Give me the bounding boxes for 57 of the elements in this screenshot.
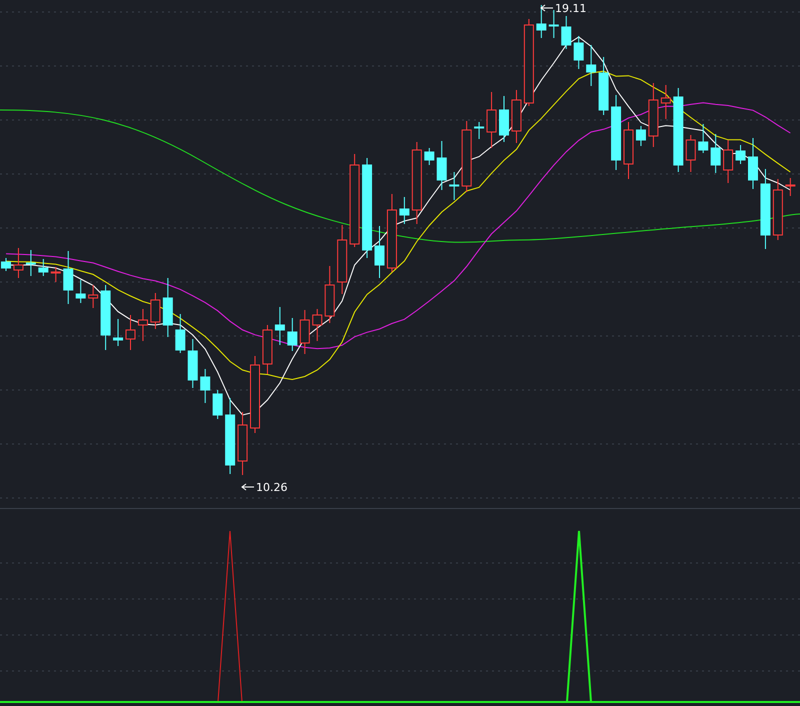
candlestick [499, 96, 509, 142]
candlestick [100, 284, 111, 350]
candlestick [574, 36, 584, 70]
candlestick [175, 314, 186, 354]
candlestick [399, 196, 410, 224]
candlestick [698, 124, 708, 154]
candlestick [274, 306, 285, 346]
candlestick [76, 280, 86, 304]
candlestick [113, 318, 124, 346]
candlestick [324, 266, 335, 324]
candlestick [486, 92, 497, 148]
candlestick [88, 284, 98, 308]
candlestick [337, 224, 348, 294]
candlestick [598, 56, 609, 116]
candlestick [188, 338, 198, 388]
candlestick [138, 308, 148, 342]
candlestick [474, 122, 484, 140]
candlestick [13, 248, 24, 278]
arrow-icon [241, 484, 254, 490]
candlestick [26, 250, 36, 276]
candlestick [624, 122, 634, 180]
candlestick [748, 138, 758, 190]
candlestick [586, 44, 596, 86]
candlestick [300, 310, 310, 354]
candlestick [424, 148, 434, 166]
candlestick [50, 266, 61, 282]
candlestick [38, 258, 48, 276]
candlestick [636, 126, 646, 146]
candlestick [126, 314, 136, 350]
candlestick [238, 412, 248, 476]
candlestick [561, 16, 572, 50]
candlestick [772, 178, 783, 240]
candlestick [287, 318, 298, 352]
candlestick [150, 292, 160, 330]
candlestick [212, 390, 223, 420]
candlestick [1, 258, 11, 272]
candlestick [511, 90, 522, 144]
candlestick [686, 134, 696, 172]
price-label: 10.26 [256, 481, 288, 494]
candlestick [785, 178, 796, 196]
candlestick [162, 278, 173, 338]
candlestick [262, 324, 272, 374]
candlestick [736, 144, 746, 164]
candlestick [648, 82, 658, 148]
candlestick [660, 84, 671, 120]
price-label: 19.11 [555, 2, 586, 15]
candlestick [462, 120, 472, 192]
candlestick [374, 226, 384, 278]
candlestick [536, 4, 546, 38]
candlestick [200, 368, 210, 404]
arrow-icon [540, 4, 554, 12]
candlestick [710, 134, 721, 174]
candlestick [723, 140, 734, 184]
candlestick [312, 308, 322, 342]
candlestick [63, 250, 74, 304]
candlestick [449, 172, 460, 200]
candlestick [436, 140, 447, 190]
